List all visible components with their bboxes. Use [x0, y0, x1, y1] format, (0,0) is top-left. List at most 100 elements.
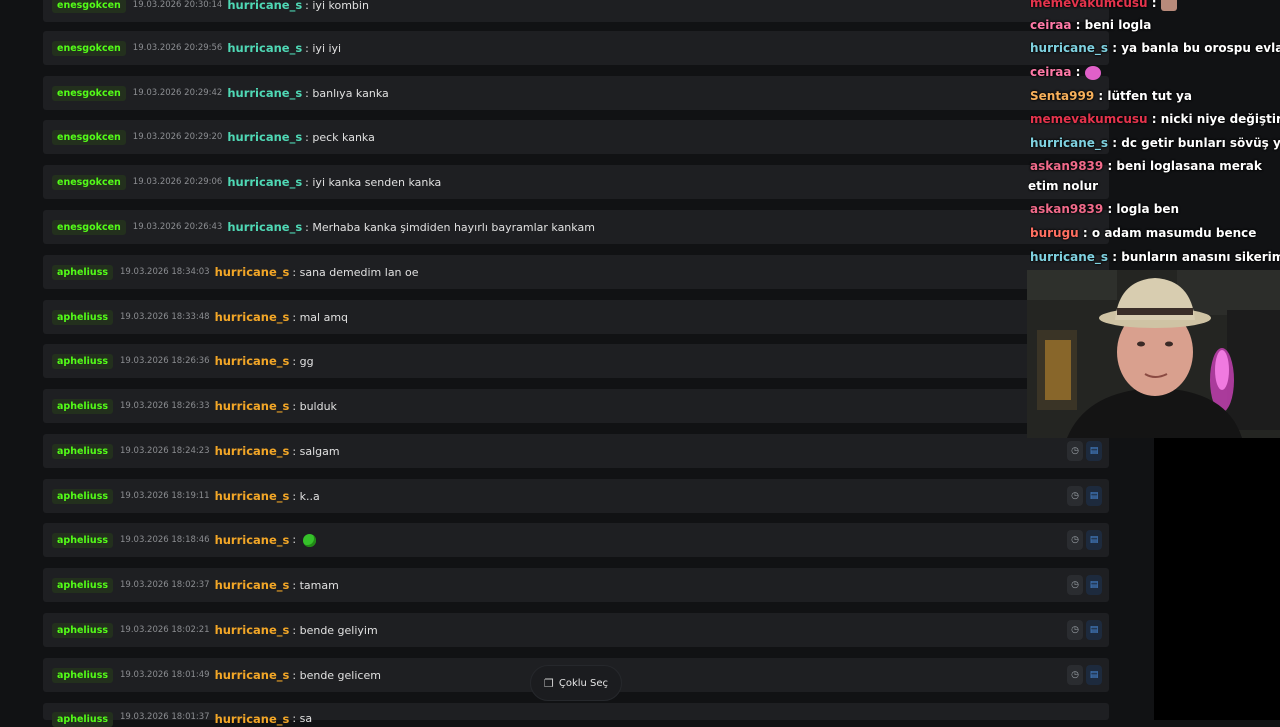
message-text: : tamam: [292, 578, 339, 592]
message-text: : Merhaba kanka şimdiden hayırlı bayraml…: [305, 220, 595, 234]
moderator-tag[interactable]: apheliuss: [52, 443, 114, 459]
moderator-tag[interactable]: enesgokcen: [52, 174, 126, 190]
username[interactable]: hurricane_s: [227, 130, 302, 144]
message-text: : iyi iyi: [305, 41, 342, 55]
save-icon[interactable]: ▤: [1086, 530, 1102, 550]
timestamp: 19.03.2026 20:26:43: [132, 222, 223, 232]
username[interactable]: hurricane_s: [215, 265, 290, 279]
log-row[interactable]: apheliuss 19.03.2026 18:02:21 hurricane_…: [43, 613, 1109, 647]
timestamp: 19.03.2026 18:24:23: [120, 446, 210, 456]
row-actions: ◷ ▤: [1067, 441, 1102, 461]
log-row[interactable]: enesgokcen 19.03.2026 20:29:20 hurricane…: [43, 120, 1109, 154]
message-text: : mal amq: [292, 310, 349, 324]
log-row[interactable]: enesgokcen 19.03.2026 20:26:43 hurricane…: [43, 210, 1109, 244]
timestamp: 19.03.2026 18:34:03: [120, 267, 210, 277]
log-row[interactable]: enesgokcen 19.03.2026 20:29:06 hurricane…: [43, 165, 1109, 199]
username[interactable]: hurricane_s: [215, 489, 290, 503]
moderator-tag[interactable]: apheliuss: [52, 353, 114, 369]
log-row[interactable]: apheliuss 19.03.2026 18:26:36 hurricane_…: [43, 344, 1109, 378]
message-text: : bende gelicem: [292, 668, 381, 682]
moderator-tag[interactable]: enesgokcen: [52, 40, 126, 56]
moderator-tag[interactable]: apheliuss: [52, 532, 114, 548]
streamer-webcam-image: [1027, 270, 1280, 438]
username[interactable]: hurricane_s: [215, 354, 290, 368]
username[interactable]: hurricane_s: [215, 310, 290, 324]
username[interactable]: hurricane_s: [215, 399, 290, 413]
row-actions: ◷ ▤: [1067, 620, 1102, 640]
log-row[interactable]: enesgokcen 19.03.2026 20:29:42 hurricane…: [43, 76, 1109, 110]
username[interactable]: hurricane_s: [215, 578, 290, 592]
message-text: : k..a: [292, 489, 320, 503]
save-icon[interactable]: ▤: [1086, 665, 1102, 685]
emote-icon: [1084, 65, 1101, 80]
log-row[interactable]: enesgokcen 19.03.2026 20:29:56 hurricane…: [43, 31, 1109, 65]
save-icon[interactable]: ▤: [1086, 486, 1102, 506]
log-row[interactable]: apheliuss 19.03.2026 18:19:11 hurricane_…: [43, 479, 1109, 513]
multi-select-button[interactable]: ❐ Çoklu Seç: [530, 665, 622, 701]
timestamp: 19.03.2026 20:29:20: [132, 132, 223, 142]
left-rail: [0, 0, 43, 720]
webcam-feed: [1027, 270, 1280, 438]
history-icon[interactable]: ◷: [1067, 620, 1083, 640]
moderator-tag[interactable]: enesgokcen: [52, 129, 126, 145]
chat-line: burugu : o adam masumdu bence: [1030, 226, 1257, 240]
log-row[interactable]: apheliuss 19.03.2026 18:24:23 hurricane_…: [43, 434, 1109, 468]
chat-line: hurricane_s : ya banla bu orospu evlatla…: [1030, 41, 1280, 55]
message-text: : iyi kanka senden kanka: [305, 175, 442, 189]
message-text: : bende geliyim: [292, 623, 378, 637]
log-row[interactable]: enesgokcen 19.03.2026 20:30:14 hurricane…: [43, 0, 1109, 22]
row-actions: ◷ ▤: [1067, 575, 1102, 595]
moderator-tag[interactable]: apheliuss: [52, 488, 114, 504]
moderator-tag[interactable]: apheliuss: [52, 622, 114, 638]
save-icon[interactable]: ▤: [1086, 620, 1102, 640]
timestamp: 19.03.2026 20:30:14: [132, 0, 223, 10]
log-row[interactable]: apheliuss 19.03.2026 18:33:48 hurricane_…: [43, 300, 1109, 334]
timestamp: 19.03.2026 18:01:49: [120, 670, 210, 680]
log-row[interactable]: apheliuss 19.03.2026 18:01:37 hurricane_…: [43, 703, 1109, 727]
history-icon[interactable]: ◷: [1067, 486, 1083, 506]
log-row[interactable]: apheliuss 19.03.2026 18:18:46 hurricane_…: [43, 523, 1109, 557]
multi-select-label: Çoklu Seç: [558, 677, 609, 689]
username[interactable]: hurricane_s: [227, 41, 302, 55]
chat-line: askan9839 : beni loglasana merak etim no…: [1028, 159, 1262, 193]
log-row[interactable]: apheliuss 19.03.2026 18:02:37 hurricane_…: [43, 568, 1109, 602]
moderator-tag[interactable]: enesgokcen: [52, 219, 126, 235]
history-icon[interactable]: ◷: [1067, 575, 1083, 595]
moderator-tag[interactable]: apheliuss: [52, 667, 114, 683]
log-row[interactable]: apheliuss 19.03.2026 18:26:33 hurricane_…: [43, 389, 1109, 423]
moderator-tag[interactable]: apheliuss: [52, 398, 114, 414]
username[interactable]: hurricane_s: [215, 533, 290, 547]
username[interactable]: hurricane_s: [227, 175, 302, 189]
message-text: : sa: [292, 712, 313, 725]
timestamp: 19.03.2026 18:18:46: [120, 535, 210, 545]
chat-line: memevakumcusu :: [1030, 0, 1280, 14]
username[interactable]: hurricane_s: [227, 0, 302, 12]
username[interactable]: hurricane_s: [215, 623, 290, 637]
moderator-tag[interactable]: apheliuss: [52, 264, 114, 280]
copy-icon: ❐: [543, 676, 554, 690]
timestamp: 19.03.2026 18:19:11: [120, 491, 210, 501]
chat-line: memevakumcusu : nicki niye değiştirdin: [1030, 112, 1280, 126]
save-icon[interactable]: ▤: [1086, 575, 1102, 595]
moderator-tag[interactable]: enesgokcen: [52, 0, 126, 13]
username[interactable]: hurricane_s: [227, 220, 302, 234]
history-icon[interactable]: ◷: [1067, 441, 1083, 461]
message-text: : peck kanka: [305, 130, 375, 144]
moderator-tag[interactable]: enesgokcen: [52, 85, 126, 101]
message-text: :: [292, 533, 316, 547]
moderator-tag[interactable]: apheliuss: [52, 309, 114, 325]
chat-line: askan9839 : logla ben: [1030, 202, 1180, 216]
log-row[interactable]: apheliuss 19.03.2026 18:34:03 hurricane_…: [43, 255, 1109, 289]
save-icon[interactable]: ▤: [1086, 441, 1102, 461]
timestamp: 19.03.2026 18:26:36: [120, 356, 210, 366]
username[interactable]: hurricane_s: [215, 444, 290, 458]
history-icon[interactable]: ◷: [1067, 665, 1083, 685]
stream-chat-overlay: memevakumcusu : ceiraa : beni logla hurr…: [1026, 0, 1280, 270]
username[interactable]: hurricane_s: [215, 712, 290, 726]
username[interactable]: hurricane_s: [215, 668, 290, 682]
history-icon[interactable]: ◷: [1067, 530, 1083, 550]
username[interactable]: hurricane_s: [227, 86, 302, 100]
moderator-tag[interactable]: apheliuss: [52, 577, 114, 593]
timestamp: 19.03.2026 18:26:33: [120, 401, 210, 411]
row-actions: ◷ ▤: [1067, 530, 1102, 550]
